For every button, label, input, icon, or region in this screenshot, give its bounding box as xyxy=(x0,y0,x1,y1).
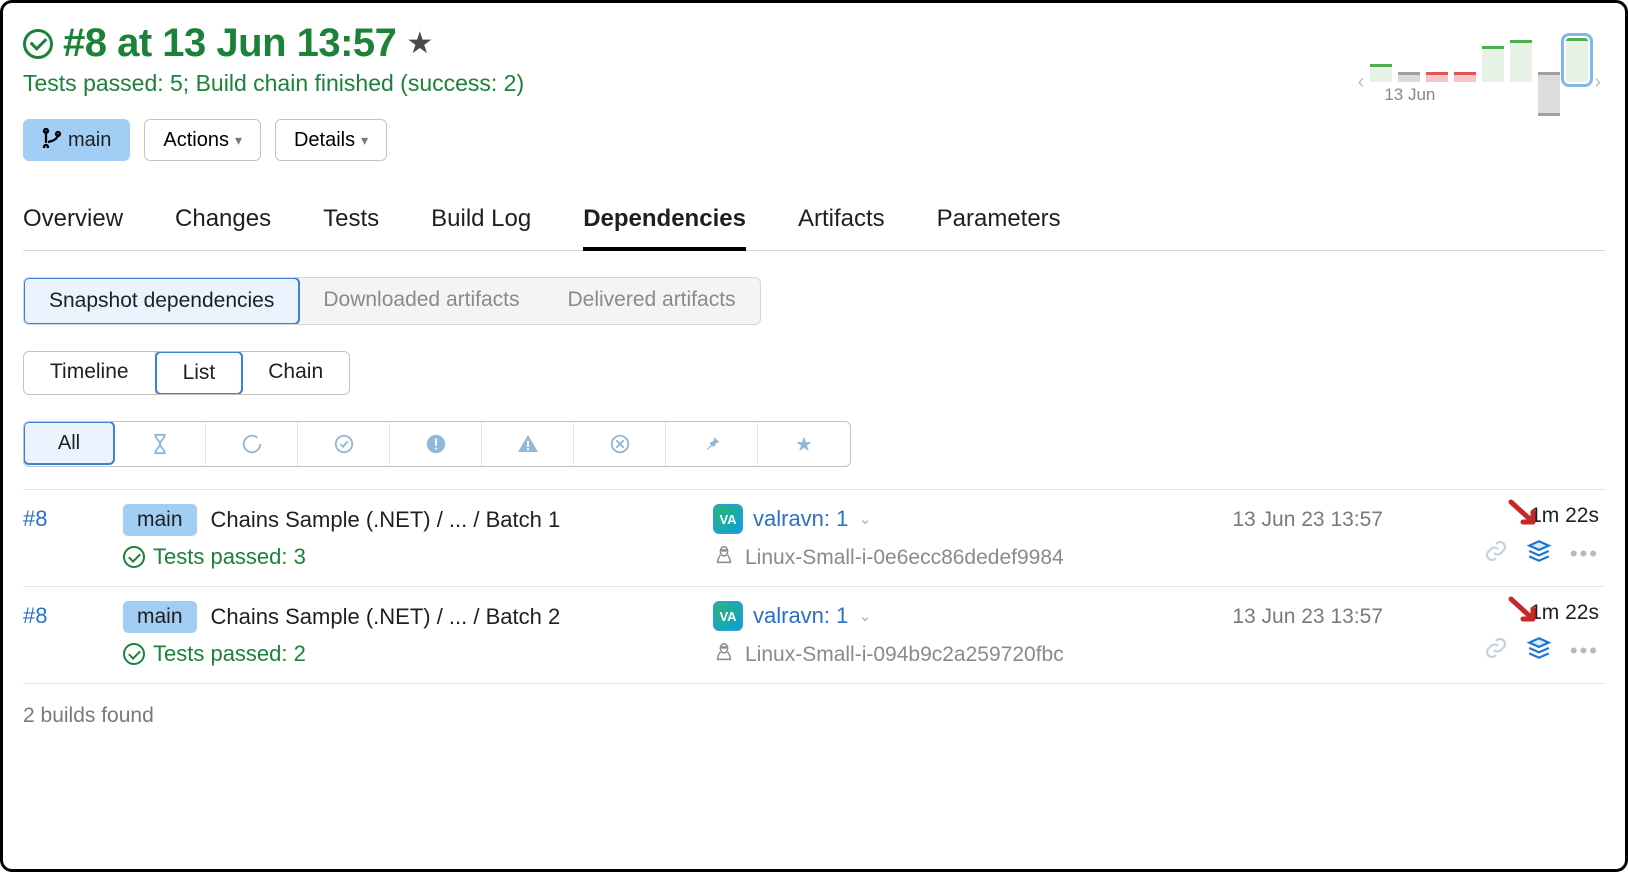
subtab-delivered[interactable]: Delivered artifacts xyxy=(543,278,759,324)
results-count: 2 builds found xyxy=(23,704,1605,728)
artifacts-stack-icon[interactable] xyxy=(1526,635,1552,666)
dependency-type-tabs: Snapshot dependencies Downloaded artifac… xyxy=(23,277,761,325)
user-link[interactable]: valravn: 1 xyxy=(753,603,848,629)
arrow-annotation-icon xyxy=(1507,498,1541,537)
linux-icon xyxy=(713,641,735,669)
chevron-down-icon: ▾ xyxy=(361,132,368,149)
page-title: #8 at 13 Jun 13:57 xyxy=(63,21,396,66)
more-icon[interactable]: ••• xyxy=(1570,541,1599,567)
avatar: VA xyxy=(713,504,743,534)
actions-button[interactable]: Actions ▾ xyxy=(144,119,261,161)
filter-pinned-icon[interactable] xyxy=(666,422,758,466)
success-icon xyxy=(123,546,145,568)
favorite-star-icon[interactable]: ★ xyxy=(406,26,433,61)
filter-canceled-icon[interactable] xyxy=(574,422,666,466)
build-path: Chains Sample (.NET) / ... / Batch 1 xyxy=(211,507,561,533)
subtab-downloaded[interactable]: Downloaded artifacts xyxy=(299,278,543,324)
filter-queued-icon[interactable] xyxy=(114,422,206,466)
artifacts-stack-icon[interactable] xyxy=(1526,538,1552,569)
avatar: VA xyxy=(713,601,743,631)
link-icon[interactable] xyxy=(1484,539,1508,569)
view-list[interactable]: List xyxy=(155,351,244,395)
details-label: Details xyxy=(294,129,355,152)
chart-prev-icon[interactable]: ‹ xyxy=(1358,71,1365,94)
tab-tests[interactable]: Tests xyxy=(323,205,379,250)
filter-success-icon[interactable] xyxy=(298,422,390,466)
filter-favorite-icon[interactable]: ★ xyxy=(758,422,850,466)
view-chain[interactable]: Chain xyxy=(242,352,349,394)
branch-button[interactable]: main xyxy=(23,119,130,161)
tab-changes[interactable]: Changes xyxy=(175,205,271,250)
build-date: 13 Jun 23 13:57 xyxy=(1163,504,1393,532)
build-path: Chains Sample (.NET) / ... / Batch 2 xyxy=(211,604,561,630)
tab-overview[interactable]: Overview xyxy=(23,205,123,250)
build-status: Tests passed: 2 xyxy=(153,641,306,667)
branch-icon xyxy=(42,126,62,154)
build-row[interactable]: #8 main Chains Sample (.NET) / ... / Bat… xyxy=(23,490,1605,587)
filter-warning-icon[interactable] xyxy=(482,422,574,466)
build-history-chart[interactable]: ‹ 13 Jun › xyxy=(1358,37,1601,127)
filter-running-icon[interactable] xyxy=(206,422,298,466)
arrow-annotation-icon xyxy=(1507,595,1541,634)
linux-icon xyxy=(713,544,735,572)
tab-build-log[interactable]: Build Log xyxy=(431,205,531,250)
success-icon xyxy=(123,643,145,665)
build-date: 13 Jun 23 13:57 xyxy=(1163,601,1393,629)
details-button[interactable]: Details ▾ xyxy=(275,119,387,161)
chevron-down-icon[interactable]: ⌄ xyxy=(858,606,871,626)
branch-label: main xyxy=(68,129,111,152)
build-number[interactable]: #8 xyxy=(23,601,123,629)
tab-artifacts[interactable]: Artifacts xyxy=(798,205,885,250)
filter-failed-icon[interactable] xyxy=(390,422,482,466)
success-icon xyxy=(23,29,53,59)
build-number[interactable]: #8 xyxy=(23,504,123,532)
link-icon[interactable] xyxy=(1484,636,1508,666)
build-status-text: Tests passed: 5; Build chain finished (s… xyxy=(23,70,524,97)
chart-next-icon[interactable]: › xyxy=(1594,71,1601,94)
tab-dependencies[interactable]: Dependencies xyxy=(583,205,746,251)
chevron-down-icon[interactable]: ⌄ xyxy=(858,509,871,529)
view-timeline[interactable]: Timeline xyxy=(24,352,156,394)
actions-label: Actions xyxy=(163,129,229,152)
branch-badge[interactable]: main xyxy=(123,601,197,633)
agent-name[interactable]: Linux-Small-i-094b9c2a259720fbc xyxy=(745,643,1064,667)
filter-all[interactable]: All xyxy=(23,421,115,465)
chevron-down-icon: ▾ xyxy=(235,132,242,149)
build-row[interactable]: #8 main Chains Sample (.NET) / ... / Bat… xyxy=(23,587,1605,684)
agent-name[interactable]: Linux-Small-i-0e6ecc86dedef9984 xyxy=(745,546,1064,570)
view-mode-buttons: Timeline List Chain xyxy=(23,351,350,395)
tab-parameters[interactable]: Parameters xyxy=(937,205,1061,250)
build-status: Tests passed: 3 xyxy=(153,544,306,570)
builds-list: #8 main Chains Sample (.NET) / ... / Bat… xyxy=(23,489,1605,684)
subtab-snapshot[interactable]: Snapshot dependencies xyxy=(23,277,300,325)
user-link[interactable]: valravn: 1 xyxy=(753,506,848,532)
main-tabs: Overview Changes Tests Build Log Depende… xyxy=(23,205,1605,251)
chart-date-label: 13 Jun xyxy=(1384,85,1435,105)
status-filter-bar: All ★ xyxy=(23,421,851,467)
branch-badge[interactable]: main xyxy=(123,504,197,536)
more-icon[interactable]: ••• xyxy=(1570,638,1599,664)
